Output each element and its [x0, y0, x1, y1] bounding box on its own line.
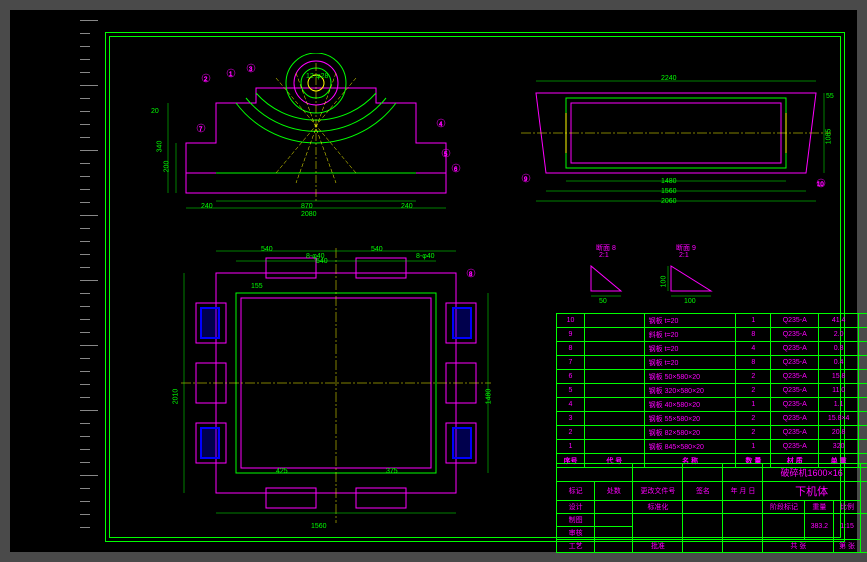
tb-mark: 标记	[557, 482, 595, 501]
tb-part: 下机体	[763, 482, 860, 501]
tb-assembly: 组焊件	[860, 482, 867, 514]
section-9-detail	[666, 261, 721, 299]
dim-v3-540r: 540	[371, 246, 383, 253]
dim-v1-240l: 240	[201, 203, 213, 210]
tb-page: 第 张	[834, 540, 861, 553]
dim-sec8-50: 50	[599, 298, 607, 305]
dim-v1-hole: 12-φ28	[306, 73, 328, 80]
bom-row: 9斜板 t=208Q235-A2.016.0	[557, 328, 867, 342]
tb-chgdoc: 更改文件号	[633, 482, 683, 501]
section-9-scale: 2:1	[679, 252, 689, 259]
dim-v3-1480: 1480	[485, 389, 492, 405]
dim-v2-1560: 1560	[661, 188, 677, 195]
tb-design: 设计	[557, 501, 595, 514]
tb-stage: 阶段标记	[763, 501, 805, 514]
svg-text:5: 5	[444, 152, 448, 158]
bom-row: 4钢板 40×580×201Q235-A1.11.1	[557, 398, 867, 412]
dim-v1-2080: 2080	[301, 211, 317, 218]
drawing-frame: 1 2 3 4 5 6 7 2080 870 240 240 200 340 2…	[105, 32, 845, 542]
dim-v1-340: 340	[156, 141, 163, 153]
tb-sc-lbl: 比例	[834, 501, 861, 514]
dim-v2-2060: 2060	[661, 198, 677, 205]
dim-v1-200: 200	[163, 161, 170, 173]
svg-text:6: 6	[454, 167, 458, 173]
ruler-left	[10, 20, 100, 550]
tb-check: 审核	[557, 527, 595, 540]
dim-v1-870: 870	[301, 203, 313, 210]
dim-v3-1560: 1560	[311, 523, 327, 530]
dim-v2-55: 55	[826, 93, 834, 100]
dim-v3-h940: 8-φ40	[416, 253, 435, 260]
dim-v3-h840: 8-φ40	[306, 253, 325, 260]
bom-row: 6钢板 50×580×202Q235-A15.831.2	[557, 370, 867, 384]
dim-v3-425: 425	[276, 468, 288, 475]
section-8-detail	[586, 261, 631, 299]
bom-row: 3钢板 55×580×202Q235-A15.8×431.8×8	[557, 412, 867, 426]
title-block: 破碎机1600×16 辽宁钢铁 下机体 标记 处数 更改文件号 签名 年 月 日…	[556, 463, 867, 553]
bom-row: 1钢板 845×580×201Q235-A320320	[557, 440, 867, 454]
svg-text:3: 3	[249, 67, 253, 73]
dim-sec9-100: 100	[684, 298, 696, 305]
dim-v1-240r: 240	[401, 203, 413, 210]
tb-standard: 标准化	[633, 501, 683, 514]
tb-sheet: 共 张	[763, 540, 834, 553]
bom-row: 2钢板 82×580×202Q235-A20.820.8	[557, 426, 867, 440]
tb-drawn: 制图	[557, 514, 595, 527]
svg-text:4: 4	[439, 122, 443, 128]
dim-v3-155: 155	[251, 283, 263, 290]
svg-text:9: 9	[524, 177, 528, 183]
svg-text:1: 1	[229, 72, 233, 78]
section-8-scale: 2:1	[599, 252, 609, 259]
svg-text:10: 10	[817, 182, 824, 188]
tb-approve: 批准	[633, 540, 683, 553]
tb-product: 破碎机1600×16	[763, 464, 860, 482]
tb-scale: 1:15	[834, 514, 861, 540]
view-elevation: 1 2 3 4 5 6 7	[146, 53, 486, 233]
svg-text:2: 2	[204, 77, 208, 83]
tb-wt-lbl: 重量	[805, 501, 834, 514]
dim-v1-20: 20	[151, 108, 159, 115]
tb-sig: 签名	[683, 482, 723, 501]
dim-v3-2010: 2010	[172, 389, 179, 405]
bom-row: 5钢板 320×580×202Q235-A11.011.0	[557, 384, 867, 398]
dim-v2-1480: 1480	[661, 178, 677, 185]
cad-canvas: 1 2 3 4 5 6 7 2080 870 240 240 200 340 2…	[10, 10, 857, 552]
dim-v2-1085: 1085	[825, 129, 832, 145]
tb-company: 辽宁钢铁	[860, 464, 867, 482]
bom-row: 7钢板 t=208Q235-A0.43.2	[557, 356, 867, 370]
tb-weight: 383.2	[805, 514, 834, 540]
dim-v2-2240: 2240	[661, 75, 677, 82]
svg-text:8: 8	[469, 272, 473, 278]
dim-sec9-l100: 100	[660, 276, 667, 288]
dim-v3-375: 375	[386, 468, 398, 475]
svg-text:7: 7	[199, 127, 203, 133]
tb-zone: 处数	[595, 482, 633, 501]
bom-table: 10钢板 t=201Q235-A41.441.49斜板 t=208Q235-A2…	[556, 313, 867, 468]
bom-row: 8钢板 t=204Q235-A0.83.2	[557, 342, 867, 356]
bom-row: 10钢板 t=201Q235-A41.441.4	[557, 314, 867, 328]
tb-drawing-no: PCS155图1	[860, 514, 867, 553]
tb-process: 工艺	[557, 540, 595, 553]
dim-v3-540l: 540	[261, 246, 273, 253]
view-plan: 8	[166, 243, 506, 533]
tb-date: 年 月 日	[723, 482, 763, 501]
